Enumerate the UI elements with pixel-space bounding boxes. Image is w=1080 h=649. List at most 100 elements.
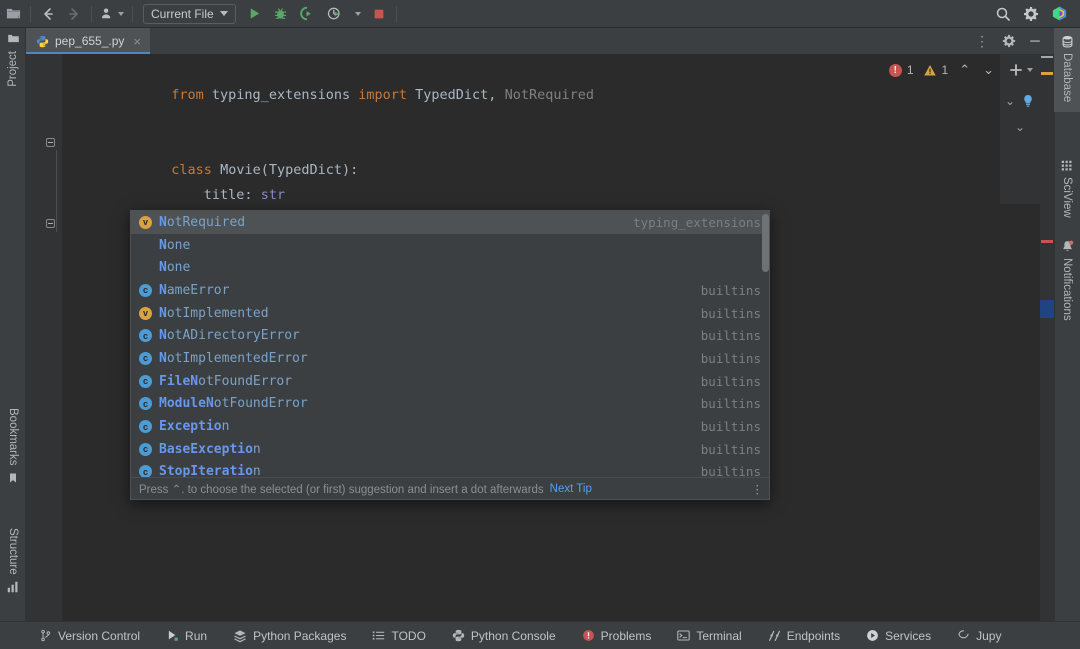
packages-icon (233, 629, 247, 643)
chevron-down-icon[interactable] (220, 11, 228, 16)
autocomplete-item-source: builtins (701, 442, 761, 457)
autocomplete-item-source: builtins (701, 328, 761, 343)
autocomplete-item-name: None (159, 238, 190, 253)
stop-icon[interactable] (366, 1, 392, 27)
status-item-version-control[interactable]: Version Control (26, 629, 153, 643)
sidebar-item-bookmarks[interactable]: Bookmarks (0, 408, 26, 484)
status-item-label: Jupy (976, 629, 1001, 643)
run-icon (166, 629, 179, 642)
settings-gear-icon[interactable] (1018, 1, 1044, 27)
class-kind-icon: c (139, 352, 152, 365)
autocomplete-hint: Press ⌃. to choose the selected (or firs… (139, 482, 544, 496)
toolbar-separator (132, 6, 133, 22)
run-coverage-icon[interactable] (294, 1, 320, 27)
search-icon[interactable] (990, 1, 1016, 27)
settings-gear-icon[interactable] (997, 34, 1021, 48)
fold-marker-end[interactable] (46, 219, 55, 228)
error-stripe-scrollbar[interactable] (1040, 54, 1054, 621)
stripe-mark-error[interactable] (1041, 240, 1053, 243)
autocomplete-item[interactable]: None (131, 234, 770, 257)
autocomplete-item[interactable]: c NotADirectoryError builtins (131, 324, 770, 347)
minimize-icon[interactable] (1023, 34, 1047, 48)
autocomplete-list[interactable]: v NotRequired typing_extensions None Non… (131, 211, 770, 479)
autocomplete-footer: Press ⌃. to choose the selected (or firs… (131, 477, 770, 499)
autocomplete-item[interactable]: c BaseException builtins (131, 438, 770, 461)
toolbar-right-group (990, 1, 1080, 27)
chevron-down-icon[interactable]: ⌄ (983, 62, 994, 78)
autocomplete-item-name: None (159, 260, 190, 275)
code-token: str (261, 187, 285, 203)
class-kind-icon: c (139, 375, 152, 388)
variable-kind-icon: v (139, 216, 152, 229)
inlay-hint-row[interactable]: ⌄ (1005, 94, 1035, 108)
forward-arrow-icon (61, 1, 87, 27)
debug-icon[interactable] (268, 1, 294, 27)
autocomplete-scrollbar[interactable] (762, 214, 769, 476)
back-arrow-icon[interactable] (35, 1, 61, 27)
autocomplete-item[interactable]: c Exception builtins (131, 415, 770, 438)
ide-logo-icon[interactable] (1046, 1, 1072, 27)
sidebar-item-notifications[interactable]: Notifications (1054, 236, 1080, 321)
project-folder-icon (7, 32, 20, 45)
status-item-endpoints[interactable]: Endpoints (755, 629, 853, 643)
status-item-label: Python Packages (253, 629, 346, 643)
autocomplete-item-name: NotADirectoryError (159, 328, 300, 343)
status-item-todo[interactable]: TODO (359, 629, 438, 643)
class-kind-icon: c (139, 443, 152, 456)
bulb-icon[interactable] (1021, 94, 1035, 108)
sidebar-item-project[interactable]: Project (0, 32, 26, 87)
sidebar-item-structure[interactable]: Structure (0, 528, 26, 593)
stripe-mark-warning[interactable] (1041, 72, 1053, 75)
sidebar-item-label: Database (1061, 53, 1073, 102)
sidebar-item-database[interactable]: Database (1054, 28, 1080, 112)
class-kind-icon: c (139, 284, 152, 297)
class-kind-icon: c (139, 329, 152, 342)
chevron-down-icon[interactable] (1027, 68, 1033, 72)
run-configuration-label: Current File (151, 7, 214, 21)
run-configuration-selector[interactable]: Current File (143, 4, 236, 24)
chevron-up-icon[interactable]: ⌃ (959, 62, 970, 78)
run-icon[interactable] (242, 1, 268, 27)
chevron-down-icon[interactable] (118, 12, 124, 16)
toolbar-separator (30, 6, 31, 22)
status-item-services[interactable]: Services (853, 629, 944, 643)
status-item-jupyter[interactable]: Jupy (944, 629, 1014, 643)
status-item-python-packages[interactable]: Python Packages (220, 629, 359, 643)
status-item-problems[interactable]: Problems (569, 629, 665, 643)
profile-icon[interactable] (320, 1, 350, 27)
autocomplete-item[interactable]: v NotRequired typing_extensions (131, 211, 770, 234)
autocomplete-item[interactable]: None (131, 256, 770, 279)
stripe-mark-warning[interactable] (1041, 56, 1053, 58)
autocomplete-item[interactable]: c ModuleNotFoundError builtins (131, 393, 770, 416)
next-tip-link[interactable]: Next Tip (550, 483, 592, 495)
profile-dropdown-chevron-icon[interactable] (350, 1, 366, 27)
add-inlay-button[interactable] (1008, 62, 1033, 78)
fold-marker-class[interactable] (46, 138, 55, 147)
sidebar-item-label: SciView (1061, 177, 1073, 218)
sidebar-item-label: Structure (7, 528, 19, 575)
more-vertical-icon[interactable]: ⋮ (752, 482, 764, 496)
vcs-update-icon[interactable] (96, 1, 128, 27)
autocomplete-item[interactable]: c NotImplementedError builtins (131, 347, 770, 370)
open-folder-icon[interactable] (0, 1, 26, 27)
sidebar-item-sciview[interactable]: SciView (1054, 156, 1080, 218)
autocomplete-item-source: builtins (701, 419, 761, 434)
status-item-python-console[interactable]: Python Console (439, 629, 569, 643)
status-item-run[interactable]: Run (153, 629, 220, 643)
close-icon[interactable]: × (133, 34, 141, 49)
chevron-down-icon[interactable]: ⌄ (1015, 120, 1025, 134)
status-item-terminal[interactable]: Terminal (664, 629, 754, 643)
autocomplete-item[interactable]: v NotImplemented builtins (131, 302, 770, 325)
code-token: from (171, 87, 212, 103)
chevron-down-icon[interactable]: ⌄ (1005, 94, 1015, 108)
autocomplete-item[interactable]: c FileNotFoundError builtins (131, 370, 770, 393)
editor-tab-pep655[interactable]: pep_655_.py × (26, 28, 150, 54)
autocomplete-popup[interactable]: v NotRequired typing_extensions None Non… (130, 210, 770, 500)
editor-gutter[interactable] (26, 54, 62, 621)
jupyter-icon (957, 629, 970, 642)
inspections-widget[interactable]: ! 1 1 ⌃ ⌄ (889, 62, 994, 78)
code-token: typing_extensions (212, 87, 358, 103)
more-vertical-icon[interactable]: ⋮ (969, 33, 995, 50)
scrollbar-thumb[interactable] (762, 214, 769, 272)
autocomplete-item[interactable]: c NameError builtins (131, 279, 770, 302)
